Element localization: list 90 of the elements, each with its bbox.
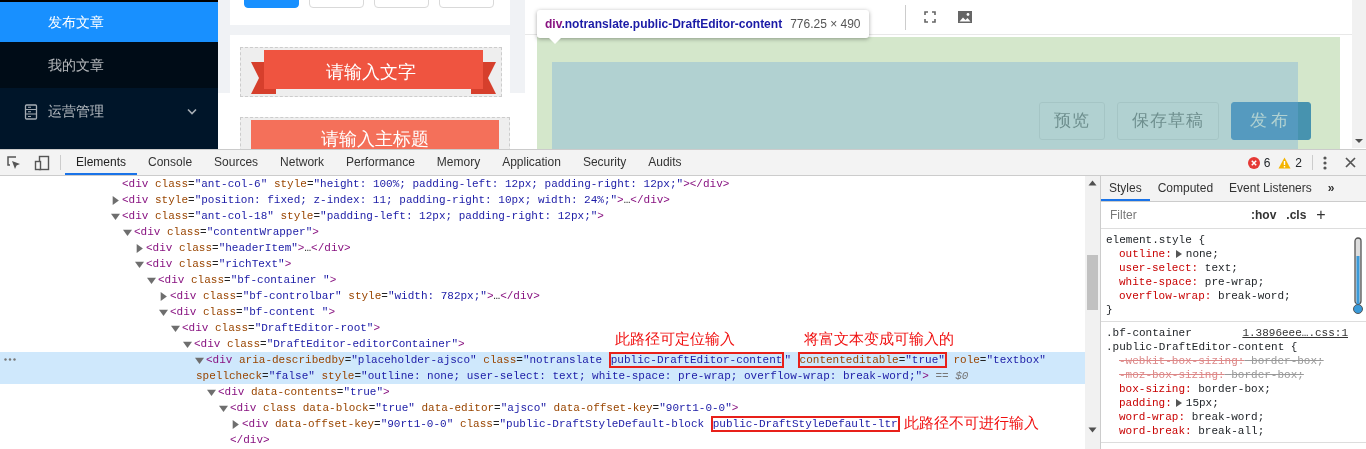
code-line: <div class="richText"> [146, 257, 292, 272]
error-icon [1247, 156, 1260, 169]
triangle-down-icon[interactable] [195, 355, 204, 365]
triangle-right-icon[interactable] [111, 195, 120, 205]
css-declaration[interactable]: word-break: break-all; [1106, 424, 1348, 438]
devtools-tab[interactable]: Audits [637, 150, 693, 175]
code-line: <div class="headerItem">…</div> [146, 241, 351, 256]
code-line: </div> [230, 433, 270, 448]
devtools-tab[interactable]: Network [269, 150, 336, 175]
close-icon[interactable] [1345, 157, 1356, 168]
code-line: <div class="DraftEditor-editorContainer"> [194, 337, 465, 352]
devtools-tab[interactable]: Application [491, 150, 572, 175]
triangle-down-icon[interactable] [123, 227, 132, 237]
triangle-right-icon[interactable] [135, 243, 144, 253]
css-selector: .bf-container [1106, 327, 1192, 339]
server-icon [24, 103, 38, 120]
scroll-down-arrow-icon[interactable] [1088, 427, 1097, 433]
styles-tab[interactable]: Event Listeners [1221, 176, 1320, 201]
css-declaration[interactable]: word-wrap: break-word; [1106, 410, 1348, 424]
css-declaration[interactable]: box-sizing: border-box; [1106, 382, 1348, 396]
expand-triangle-icon[interactable] [1175, 399, 1182, 407]
fullscreen-icon[interactable] [924, 11, 936, 23]
triangle-right-icon[interactable] [159, 291, 168, 301]
template-title: 请输入主标题 [321, 127, 429, 149]
warning-count[interactable]: 2 [1295, 153, 1302, 172]
sidebar-item[interactable]: 我的文章 [0, 42, 218, 88]
scrollbar-thumb[interactable] [1087, 255, 1098, 310]
error-count[interactable]: 6 [1263, 153, 1271, 172]
scrollbar-thumb-drawing[interactable] [1353, 236, 1363, 316]
cls-button[interactable]: .cls [1286, 206, 1307, 224]
css-declaration[interactable]: white-space: pre-wrap; [1106, 275, 1348, 289]
triangle-down-icon[interactable] [135, 259, 144, 269]
devtools-tab[interactable]: Security [571, 150, 638, 175]
code-line: <div class="DraftEditor-root"> [182, 321, 381, 336]
code-line: <div class="bf-controlbar" style="width: 782px;">…</div> [170, 289, 540, 304]
sidebar-item[interactable]: 运营管理 [48, 101, 104, 122]
code-line: <div class="ant-col-6" style="height: 100%; padding-left: 12px; padding-right: 12px;"></div> [122, 177, 730, 192]
css-selector: element.style { [1106, 234, 1206, 246]
code-line: <div style="position: fixed; z-index: 11; padding-right: 10px; width: 24%;">…</div> [122, 193, 670, 208]
scrollbar[interactable] [1085, 176, 1100, 449]
template-title: 请输入文字 [326, 60, 416, 84]
devtools-tab[interactable]: Elements [65, 150, 138, 175]
devtools-tab[interactable]: Memory [425, 150, 492, 175]
inspect-cursor-icon[interactable] [6, 154, 22, 171]
triangle-down-icon[interactable] [183, 339, 192, 349]
code-line: <div data-contents="true"> [218, 385, 390, 400]
device-toolbar-icon[interactable] [34, 154, 50, 171]
element-selector: div.notranslate.public-DraftEditor-content [545, 16, 783, 33]
styles-tab[interactable]: Styles [1101, 176, 1150, 201]
triangle-right-icon[interactable] [231, 419, 240, 429]
add-rule-button[interactable]: + [1316, 203, 1326, 227]
code-line: <div class data-block="true" data-editor="ajsco" data-offset-key="90rt1-0-0"> [230, 401, 739, 416]
css-declaration[interactable]: user-select: text; [1106, 261, 1348, 275]
annotation-text: 将富文本变成可输入的 [803, 330, 954, 348]
source-link[interactable]: 1.3896eee….css:1 [1242, 326, 1348, 340]
css-declaration[interactable]: padding: 15px; [1106, 396, 1348, 410]
selected-node-row[interactable] [0, 352, 1085, 384]
devtools-tab[interactable]: Sources [203, 150, 270, 175]
code-line: spellcheck="false" style="outline: none; user-select: text; white-space: pre-wrap; overflow-wrap: break-word;"> == $0 [196, 369, 969, 384]
hov-button[interactable]: :hov [1251, 206, 1277, 224]
more-tabs-button[interactable]: » [1319, 176, 1343, 201]
css-selector: .public-DraftEditor-content { [1106, 341, 1298, 353]
image-icon[interactable] [958, 11, 972, 23]
devtools-tab[interactable]: Console [137, 150, 204, 175]
code-line: <div class="bf-content "> [170, 305, 336, 320]
more-options-icon[interactable] [1323, 155, 1327, 170]
more-icon[interactable] [4, 358, 16, 361]
chevron-down-icon[interactable] [187, 108, 197, 115]
triangle-down-icon[interactable] [159, 307, 168, 317]
triangle-down-icon[interactable] [171, 323, 180, 333]
triangle-down-icon[interactable] [147, 275, 156, 285]
closing-brace: } [1106, 303, 1114, 317]
warning-icon [1278, 156, 1292, 169]
devtools-tab[interactable]: Performance [335, 150, 426, 175]
styles-tab[interactable]: Computed [1149, 176, 1222, 201]
code-line: <div class="bf-container "> [158, 273, 337, 288]
code-line: <div class="ant-col-18" style="padding-left: 12px; padding-right: 12px;"> [122, 209, 604, 224]
expand-triangle-icon[interactable] [1175, 250, 1182, 258]
code-line: <div aria-describedby="placeholder-ajsco" class="notranslate public-DraftEditor-content " contenteditable="true" role="textbox" [206, 352, 1046, 368]
triangle-down-icon[interactable] [219, 403, 228, 413]
scroll-up-arrow-icon[interactable] [1088, 180, 1097, 186]
code-line: <div class="contentWrapper"> [134, 225, 319, 240]
triangle-down-icon[interactable] [207, 387, 216, 397]
annotation-text: 此路径可定位输入 [614, 330, 735, 348]
triangle-down-icon[interactable] [111, 211, 120, 221]
element-size: 776.25 × 490 [790, 16, 861, 33]
annotation-text: 此路径不可进行输入 [903, 414, 1039, 432]
css-declaration[interactable]: outline: none; [1106, 247, 1348, 261]
css-declaration[interactable]: overflow-wrap: break-word; [1106, 289, 1348, 303]
code-line: <div data-offset-key="90rt1-0-0" class="public-DraftStyleDefault-block public-DraftStyleDefault-ltr [242, 416, 900, 432]
